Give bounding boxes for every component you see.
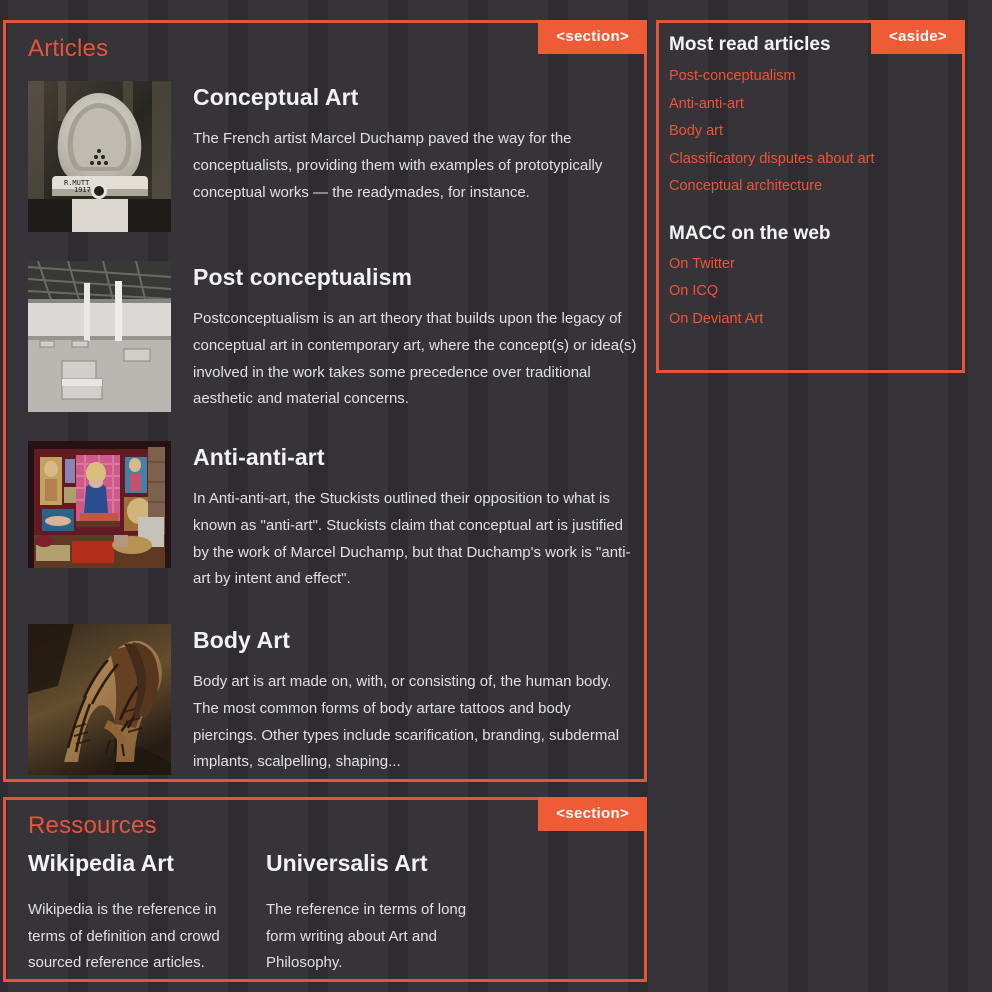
most-read-links-list: Post-conceptualism Anti-anti-art Body ar… [669, 69, 962, 194]
most-read-link-conceptual-architecture[interactable]: Conceptual architecture [669, 179, 962, 194]
web-links-list: On Twitter On ICQ On Deviant Art [669, 256, 962, 327]
most-read-link-post-conceptualism[interactable]: Post-conceptualism [669, 69, 962, 84]
article-body: Body Art Body art is art made on, with, … [193, 624, 639, 776]
ressource-title[interactable]: Wikipedia Art [28, 852, 266, 875]
most-read-link-anti-anti-art[interactable]: Anti-anti-art [669, 96, 962, 112]
web-link-icq[interactable]: On ICQ [669, 284, 962, 299]
body-paint-figure-photo [28, 624, 171, 776]
ressource-title[interactable]: Universalis Art [266, 852, 504, 875]
article-body: Conceptual Art The French artist Marcel … [193, 81, 639, 232]
aside-tag: <aside> [871, 20, 965, 54]
ressource-text: The reference in terms of long form writ… [266, 901, 467, 972]
ressource-item[interactable]: Universalis Art The reference in terms o… [266, 852, 504, 977]
aside-block: <aside> Most read articles Post-conceptu… [656, 20, 965, 373]
most-read-link-body-art[interactable]: Body art [669, 124, 962, 139]
article-text: In Anti-anti-art, the Stuckists outlined… [193, 490, 631, 588]
aside-heading-macc-web: MACC on the web [669, 222, 831, 244]
article-item[interactable]: Body Art Body art is art made on, with, … [6, 624, 644, 776]
ressource-item[interactable]: Wikipedia Art Wikipedia is the reference… [28, 852, 266, 977]
article-title[interactable]: Conceptual Art [193, 84, 639, 110]
article-body: Anti-anti-art In Anti-anti-art, the Stuc… [193, 441, 639, 593]
web-link-twitter[interactable]: On Twitter [669, 256, 962, 272]
article-title[interactable]: Post conceptualism [193, 264, 639, 290]
ressources-section: <section> Ressources Wikipedia Art Wikip… [3, 797, 647, 982]
article-item[interactable]: Anti-anti-art In Anti-anti-art, the Stuc… [6, 441, 644, 593]
article-item[interactable]: R.MUTT 1917 Conceptual Art The French art… [6, 81, 644, 232]
article-text: Body art is art made on, with, or consis… [193, 673, 620, 771]
article-body: Post conceptualism Postconceptualism is … [193, 261, 639, 413]
ressources-columns: Wikipedia Art Wikipedia is the reference… [6, 838, 644, 977]
article-item[interactable]: Post conceptualism Postconceptualism is … [6, 261, 644, 413]
article-text: Postconceptualism is an art theory that … [193, 310, 637, 408]
stuckist-gallery-room-photo [28, 441, 171, 569]
fountain-urinal-photo: R.MUTT 1917 [28, 81, 171, 232]
article-title[interactable]: Anti-anti-art [193, 444, 639, 470]
article-title[interactable]: Body Art [193, 627, 639, 653]
most-read-link-classificatory-disputes[interactable]: Classificatory disputes about art [669, 151, 962, 167]
articles-section: <section> Articles R.MUTT 1917 Conceptua… [3, 20, 647, 782]
aside-inner: Most read articles Post-conceptualism An… [659, 23, 962, 326]
empty-warehouse-photo [28, 261, 171, 412]
web-link-deviant-art[interactable]: On Deviant Art [669, 311, 962, 327]
ressource-text: Wikipedia is the reference in terms of d… [28, 901, 220, 972]
section-tag-articles: <section> [538, 20, 647, 54]
article-text: The French artist Marcel Duchamp paved t… [193, 130, 603, 201]
section-tag-ressources: <section> [538, 797, 647, 831]
